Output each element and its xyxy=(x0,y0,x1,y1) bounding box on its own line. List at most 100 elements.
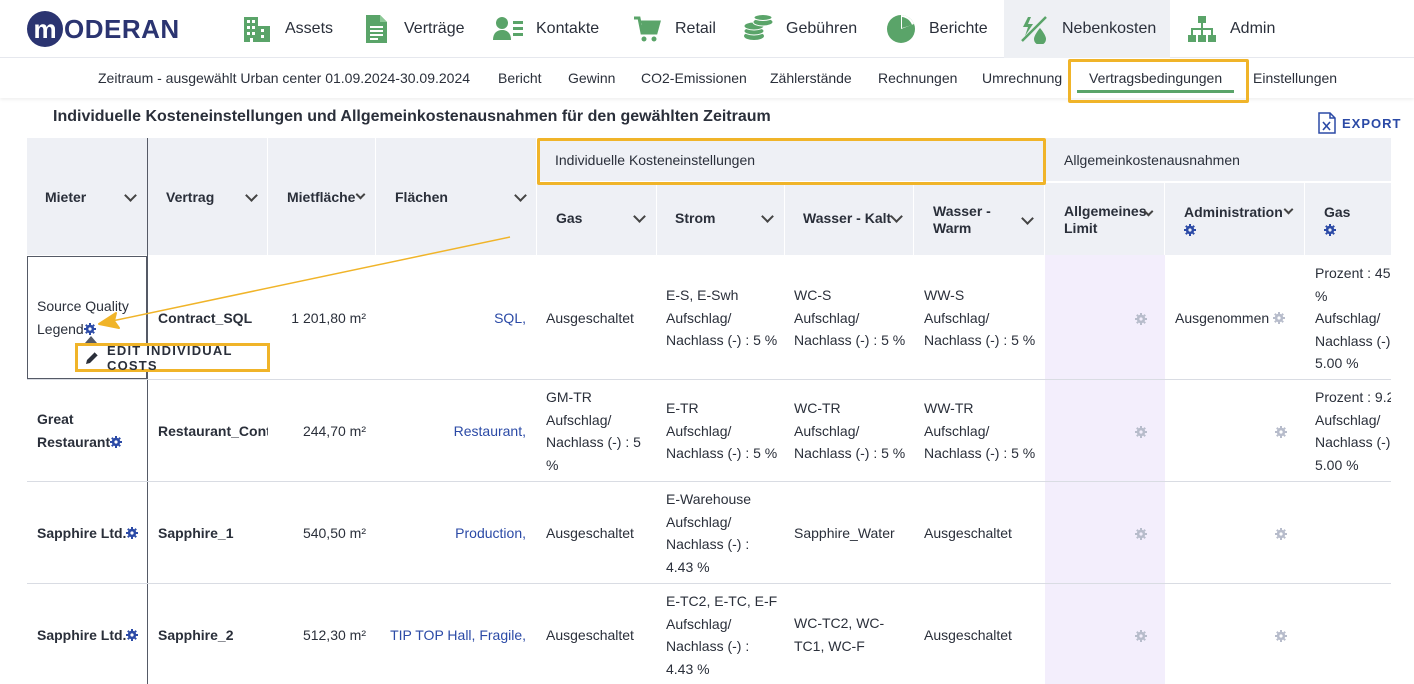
nav-item-kontakte[interactable]: Kontakte xyxy=(492,0,599,58)
coins-icon xyxy=(742,13,774,45)
nav-item-label: Verträge xyxy=(404,20,465,37)
setting-line: TC1, WC-F xyxy=(794,637,865,654)
setting-line: E-Warehouse xyxy=(666,491,752,507)
nav-item-admin[interactable]: Admin xyxy=(1186,0,1275,58)
allgemeines-limit-column-highlight xyxy=(1045,255,1165,684)
column-header-label: Mietfläche xyxy=(287,189,356,205)
subnav-item-co2[interactable]: CO2-Emissionen xyxy=(641,58,747,98)
gear-icon[interactable] xyxy=(1275,628,1287,644)
rental-area: 512,30 m² xyxy=(302,627,366,643)
wasser-warm-setting: Ausgeschaltet xyxy=(924,525,1012,541)
setting-line: Aufschlag/ xyxy=(1315,411,1381,428)
header-col-sep xyxy=(267,138,268,255)
nav-item-retail[interactable]: Retail xyxy=(631,0,716,58)
tenant-name[interactable]: Great Restaurant xyxy=(37,408,142,453)
tenant-name[interactable]: Sapphire Ltd. xyxy=(37,522,139,545)
chevron-down-icon xyxy=(633,210,646,223)
area-link[interactable]: TIP TOP Hall, Fragile, xyxy=(378,624,526,647)
setting-line: E-TR xyxy=(666,400,699,416)
strom-setting: E-S, E-Swh Aufschlag/ Nachlass (-) : 5 % xyxy=(666,284,784,352)
moderan-logo[interactable]: m ODERAN xyxy=(27,9,180,49)
column-header-vertrag[interactable]: Vertrag xyxy=(166,182,266,212)
column-divider xyxy=(147,138,148,684)
column-header-label: Strom xyxy=(675,210,716,226)
wasser-kalt-setting: WC-S Aufschlag/ Nachlass (-) : 5 % xyxy=(794,284,912,352)
nav-item-assets[interactable]: Assets xyxy=(241,0,333,58)
column-header-flaechen[interactable]: Flächen xyxy=(395,182,535,212)
rental-area: 540,50 m² xyxy=(302,525,366,541)
setting-line: Nachlass (-) xyxy=(1315,434,1391,450)
strom-setting: E-TR Aufschlag/ Nachlass (-) : 5 % xyxy=(666,397,784,465)
column-header-label: Wasser - Kalt xyxy=(803,210,892,226)
gear-icon[interactable] xyxy=(1273,310,1286,326)
gear-icon[interactable] xyxy=(1184,222,1196,238)
setting-line: Nachlass (-) : 5 xyxy=(546,434,641,450)
setting-line: Nachlass (-) : xyxy=(1315,332,1391,349)
subnav-item-einstellungen[interactable]: Einstellungen xyxy=(1253,58,1337,98)
column-header-mieter[interactable]: Mieter xyxy=(45,182,145,212)
contract-name: Contract_SQL xyxy=(158,310,253,326)
wasser-kalt-setting: WC-TC2, WC- TC1, WC-F xyxy=(794,612,912,657)
setting-line: Nachlass (-) : 5 % xyxy=(794,445,906,461)
contract-name: Restaurant_Contr xyxy=(158,423,268,439)
column-header-mietflaeche[interactable]: Mietfläche xyxy=(287,182,373,212)
tenant-name-label: Sapphire Ltd. xyxy=(37,627,127,643)
setting-line: Prozent : 9.2 xyxy=(1315,389,1391,405)
subnav-item-gewinn[interactable]: Gewinn xyxy=(568,58,615,98)
gear-icon[interactable] xyxy=(1275,424,1287,440)
subnav-item-zaehlerstaende[interactable]: Zählerstände xyxy=(770,58,852,98)
export-button[interactable]: EXPORT xyxy=(1318,112,1401,134)
gear-icon[interactable] xyxy=(1135,424,1147,440)
sitemap-icon xyxy=(1186,13,1218,45)
nav-item-label: Admin xyxy=(1230,20,1276,37)
setting-line: Aufschlag/ xyxy=(666,615,732,632)
header-col-sep xyxy=(656,182,657,255)
wasser-warm-setting: WW-TR Aufschlag/ Nachlass (-) : 5 % xyxy=(924,397,1042,465)
area-link[interactable]: Restaurant, xyxy=(378,420,526,443)
rental-area: 244,70 m² xyxy=(302,423,366,439)
tenant-name[interactable]: Sapphire Ltd. xyxy=(37,624,139,647)
column-header-wasser-kalt[interactable]: Wasser - Kalt xyxy=(803,203,911,233)
nav-item-gebuehren[interactable]: Gebühren xyxy=(742,0,857,58)
gear-icon[interactable] xyxy=(1135,628,1147,644)
area-link[interactable]: SQL, xyxy=(378,307,526,330)
setting-line: Aufschlag/ xyxy=(794,422,860,439)
setting-line: WC-S xyxy=(794,287,832,303)
setting-line: E-S, E-Swh xyxy=(666,287,739,303)
wasser-kalt-setting: Sapphire_Water xyxy=(794,525,895,541)
chevron-down-icon xyxy=(514,189,527,202)
period-selector[interactable]: Zeitraum - ausgewählt Urban center 01.09… xyxy=(98,58,470,98)
column-header-administration[interactable]: Administration xyxy=(1184,202,1302,222)
gear-icon[interactable] xyxy=(1135,526,1147,542)
column-header-allgemeines-limit[interactable]: Allgemeines Limit xyxy=(1064,200,1162,240)
column-header-label: Mieter xyxy=(45,189,87,205)
nav-item-nebenkosten[interactable]: Nebenkosten xyxy=(1004,0,1170,58)
edit-individual-costs-label: EDIT INDIVIDUAL COSTS xyxy=(107,342,233,373)
tenant-name[interactable]: Source Quality Legend xyxy=(37,295,142,340)
setting-line: WW-S xyxy=(924,287,965,303)
gear-icon[interactable] xyxy=(110,434,123,450)
setting-line: Aufschlag/ xyxy=(666,513,732,530)
setting-line: Aufschlag/ xyxy=(666,309,732,326)
setting-line: Aufschlag/ xyxy=(1315,310,1381,326)
gear-icon[interactable] xyxy=(1324,222,1336,238)
utilities-icon xyxy=(1018,13,1050,45)
column-header-gas[interactable]: Gas xyxy=(556,203,654,233)
column-header-strom[interactable]: Strom xyxy=(675,203,782,233)
nav-item-vertraege[interactable]: Verträge xyxy=(360,0,464,58)
column-header-wasser-warm[interactable]: Wasser - Warm xyxy=(933,200,1042,240)
subnav-item-umrechnung[interactable]: Umrechnung xyxy=(982,58,1062,98)
gear-icon[interactable] xyxy=(1275,526,1287,542)
subnav-item-vertragsbedingungen[interactable]: Vertragsbedingungen xyxy=(1077,58,1235,98)
edit-individual-costs-tooltip[interactable]: EDIT INDIVIDUAL COSTS xyxy=(75,342,270,373)
nav-item-berichte[interactable]: Berichte xyxy=(885,0,988,58)
subnav-item-bericht[interactable]: Bericht xyxy=(498,58,542,98)
gear-icon[interactable] xyxy=(1135,311,1147,327)
area-link[interactable]: Production, xyxy=(378,522,526,545)
gear-icon[interactable] xyxy=(126,627,139,643)
gear-icon[interactable] xyxy=(83,321,96,337)
gear-icon[interactable] xyxy=(126,525,139,541)
column-header-gas-general[interactable]: Gas xyxy=(1324,202,1384,222)
chevron-down-icon xyxy=(761,210,774,223)
subnav-item-rechnungen[interactable]: Rechnungen xyxy=(878,58,957,98)
